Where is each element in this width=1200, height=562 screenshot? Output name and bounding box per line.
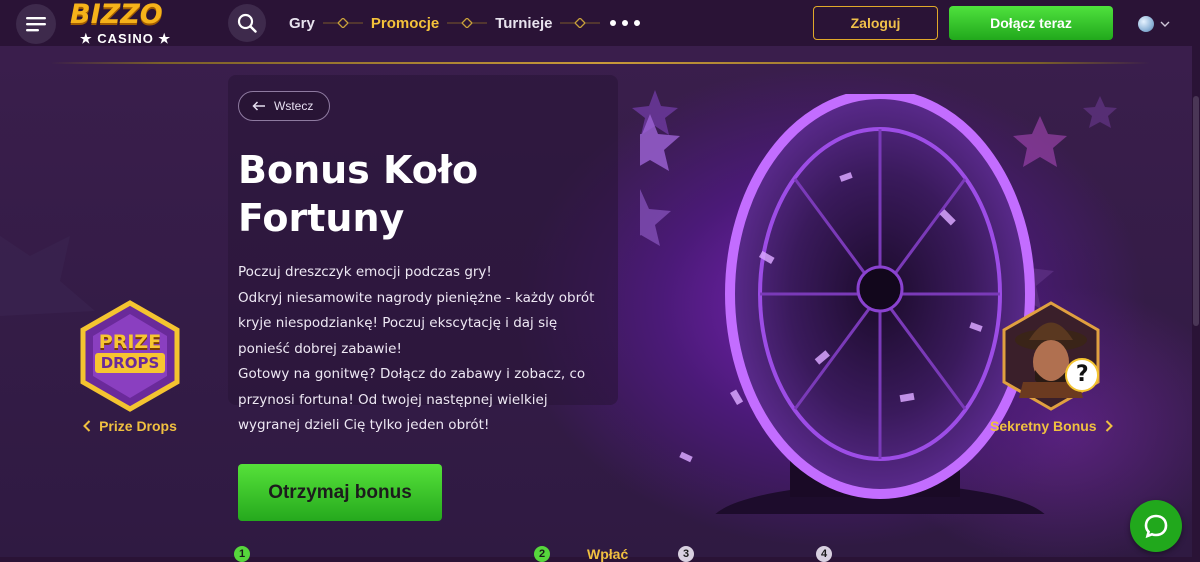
prev-promo-label: Prize Drops [99, 418, 177, 434]
next-promo-label: Sekretny Bonus [990, 418, 1097, 434]
steps-strip: 1 2 Wpłać 3 4 [0, 540, 1200, 562]
nav-item-promocje[interactable]: Promocje [371, 15, 439, 32]
logo-subtext: ★ CASINO ★ [80, 31, 172, 46]
hamburger-icon [26, 17, 46, 32]
get-bonus-button[interactable]: Otrzymaj bonus [238, 464, 442, 521]
chat-button[interactable] [1130, 500, 1182, 552]
sekretny-bonus-badge: ? [999, 300, 1103, 412]
description-paragraph: Gotowy na gonitwę? Dołącz do zabawy i zo… [238, 366, 586, 433]
main-nav: Gry Promocje Turnieje [289, 0, 641, 46]
prev-promo-prize-drops[interactable]: PRIZE DROPS Prize Drops [78, 300, 182, 434]
globe-icon [1138, 16, 1154, 32]
join-now-button[interactable]: Dołącz teraz [949, 6, 1113, 40]
language-selector[interactable] [1138, 16, 1170, 32]
step-number: 1 [234, 546, 250, 562]
chevron-down-icon [1160, 21, 1170, 27]
description-paragraph: Poczuj dreszczyk emocji podczas gry! [238, 264, 492, 280]
hero-description: Poczuj dreszczyk emocji podczas gry! Odk… [238, 260, 598, 439]
badge-line-1: PRIZE [98, 331, 162, 353]
step-number: 3 [678, 546, 694, 562]
chat-icon [1144, 514, 1168, 539]
nav-item-gry[interactable]: Gry [289, 15, 315, 32]
arrow-left-icon [252, 101, 265, 111]
scroll-thumb[interactable] [1193, 96, 1199, 326]
menu-button[interactable] [16, 4, 56, 44]
step-number: 4 [816, 546, 832, 562]
back-label: Wstecz [274, 99, 314, 113]
search-icon [237, 13, 257, 33]
page-title: Bonus Koło Fortuny [238, 148, 479, 240]
login-button[interactable]: Zaloguj [813, 6, 938, 40]
header-divider [50, 62, 1150, 64]
nav-item-turnieje[interactable]: Turnieje [495, 15, 552, 32]
step-number: 2 [534, 546, 550, 562]
next-promo-sekretny-bonus[interactable]: ? Sekretny Bonus [990, 300, 1113, 434]
nav-separator [439, 18, 495, 28]
back-button[interactable]: Wstecz [238, 91, 330, 121]
logo-text: BIZZO [70, 0, 163, 30]
prize-drops-badge: PRIZE DROPS [78, 300, 182, 412]
bizzo-logo[interactable]: BIZZO ★ CASINO ★ [70, 0, 178, 47]
more-nav-button[interactable] [610, 20, 641, 26]
nav-separator [315, 18, 371, 28]
search-button[interactable] [228, 4, 266, 42]
badge-line-2: DROPS [94, 353, 166, 373]
chevron-left-icon [83, 420, 91, 432]
scrollbar[interactable] [1192, 46, 1200, 557]
description-paragraph: Odkryj niesamowite nagrody pieniężne - k… [238, 289, 595, 357]
step-text: Wpłać [587, 546, 629, 562]
chevron-right-icon [1105, 420, 1113, 432]
nav-separator [552, 18, 608, 28]
top-bar: BIZZO ★ CASINO ★ Gry Promocje Turnieje Z… [0, 0, 1200, 46]
